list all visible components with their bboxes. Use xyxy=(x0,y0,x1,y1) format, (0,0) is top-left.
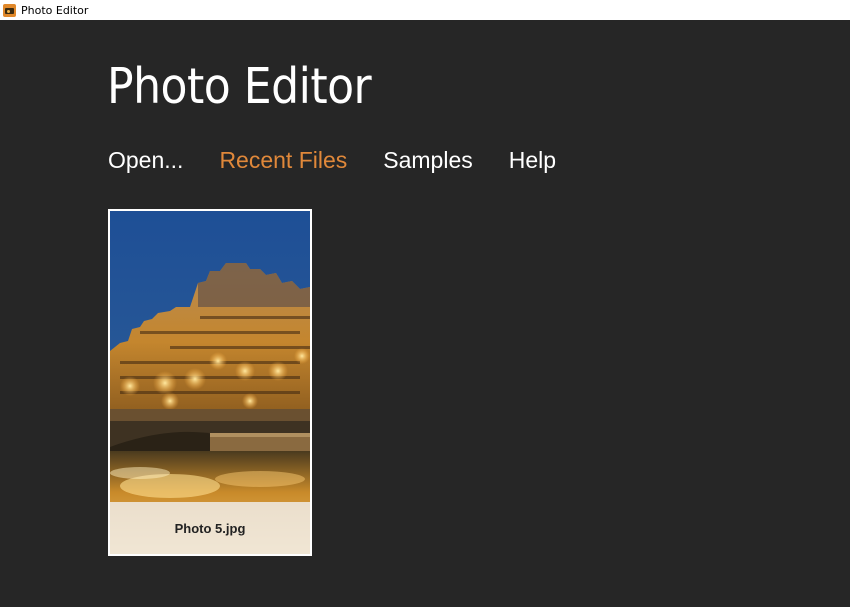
recent-file-name: Photo 5.jpg xyxy=(110,502,310,554)
photo-editor-app-icon xyxy=(3,3,16,17)
nav-recent-files[interactable]: Recent Files xyxy=(219,145,347,175)
nav-open[interactable]: Open... xyxy=(108,145,183,175)
nav-samples[interactable]: Samples xyxy=(383,145,472,175)
window-titlebar: Photo Editor xyxy=(0,0,850,20)
main-nav: Open... Recent Files Samples Help xyxy=(108,145,592,175)
window-title: Photo Editor xyxy=(21,3,89,17)
nav-help[interactable]: Help xyxy=(509,145,556,175)
recent-file-tile[interactable]: Photo 5.jpg xyxy=(108,209,312,556)
page-title: Photo Editor xyxy=(107,58,372,115)
